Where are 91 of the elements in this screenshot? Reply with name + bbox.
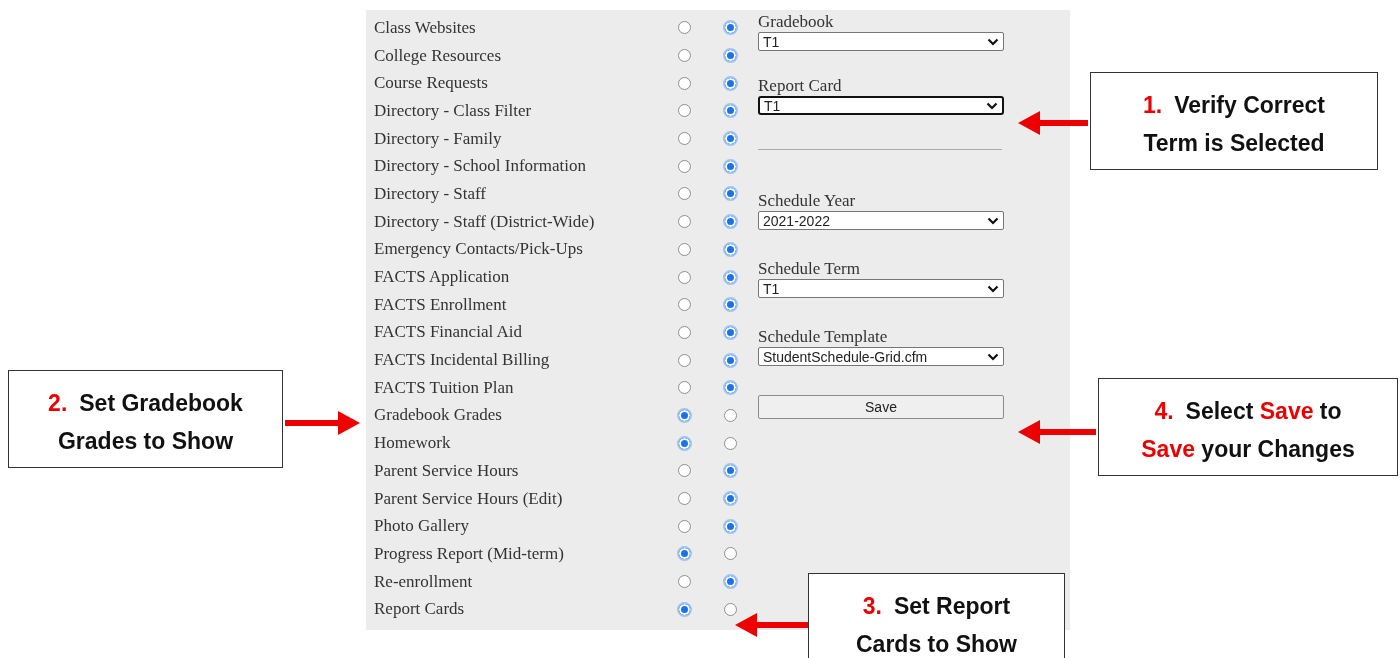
radio-button[interactable]	[723, 408, 737, 422]
setting-label: Parent Service Hours	[374, 460, 520, 481]
radio-button[interactable]	[723, 519, 737, 533]
setting-label: Directory - Class Filter	[374, 100, 533, 121]
setting-label: Emergency Contacts/Pick-Ups	[374, 239, 584, 260]
radio-button[interactable]	[723, 492, 737, 506]
radio-button[interactable]	[723, 76, 737, 90]
callout-text: Grades to Show	[57, 427, 234, 456]
radio-button[interactable]	[677, 464, 691, 478]
radio-button[interactable]	[677, 381, 691, 395]
field-label: Schedule Term	[758, 259, 861, 279]
radio-button[interactable]	[723, 187, 737, 201]
arrow	[1018, 111, 1088, 135]
radio-button[interactable]	[723, 436, 737, 450]
radio-button[interactable]	[677, 76, 691, 90]
radio-button[interactable]	[677, 353, 691, 367]
setting-label: FACTS Application	[374, 267, 511, 288]
radio-button[interactable]	[677, 187, 691, 201]
radio-button[interactable]	[723, 242, 737, 256]
dropdown[interactable]: T1	[758, 32, 1004, 51]
setting-label: Progress Report (Mid-term)	[374, 543, 565, 564]
radio-button[interactable]	[723, 547, 737, 561]
radio-button[interactable]	[723, 104, 737, 118]
save-button[interactable]: Save	[758, 395, 1004, 419]
callout-text: 3. Set Report	[862, 592, 1011, 621]
callout-text: 4. Select Save to	[1154, 397, 1342, 426]
setting-label: Course Requests	[374, 73, 489, 94]
radio-button[interactable]	[677, 21, 691, 35]
radio-button[interactable]	[677, 436, 691, 450]
callout-text: 2. Set Gradebook	[48, 389, 243, 418]
chevron-icon	[986, 101, 998, 110]
radio-button[interactable]	[723, 215, 737, 229]
radio-button[interactable]	[677, 215, 691, 229]
field-label: Gradebook	[758, 12, 835, 32]
chevron-icon	[987, 284, 999, 293]
radio-button[interactable]	[723, 381, 737, 395]
radio-button[interactable]	[677, 49, 691, 63]
callout-text: Term is Selected	[1143, 129, 1325, 158]
dropdown[interactable]: StudentSchedule-Grid.cfm	[758, 347, 1004, 366]
dropdown[interactable]: T1	[758, 279, 1004, 298]
setting-label: Gradebook Grades	[374, 405, 503, 426]
radio-button[interactable]	[677, 159, 691, 173]
radio-button[interactable]	[677, 575, 691, 589]
radio-button[interactable]	[677, 492, 691, 506]
setting-label: Re-enrollment	[374, 571, 474, 592]
radio-button[interactable]	[723, 575, 737, 589]
chevron-icon	[987, 37, 999, 46]
setting-label: Directory - School Information	[374, 156, 587, 177]
radio-button[interactable]	[723, 159, 737, 173]
radio-button[interactable]	[677, 547, 691, 561]
callout-text: 1. Verify Correct	[1142, 91, 1325, 120]
radio-button[interactable]	[723, 325, 737, 339]
radio-button[interactable]	[723, 21, 737, 35]
field-label: Schedule Year	[758, 191, 857, 211]
callout-text: Save your Changes	[1141, 435, 1355, 464]
setting-label: Photo Gallery	[374, 516, 470, 537]
radio-button[interactable]	[723, 353, 737, 367]
radio-button[interactable]	[677, 298, 691, 312]
setting-label: FACTS Incidental Billing	[374, 350, 551, 371]
chevron-icon	[987, 216, 999, 225]
setting-label: College Resources	[374, 45, 502, 66]
setting-label: FACTS Enrollment	[374, 294, 508, 315]
setting-label: Homework	[374, 433, 452, 454]
radio-button[interactable]	[723, 270, 737, 284]
setting-label: Report Cards	[374, 599, 466, 620]
radio-button[interactable]	[677, 270, 691, 284]
chevron-icon	[987, 352, 999, 361]
setting-label: FACTS Tuition Plan	[374, 377, 515, 398]
radio-button[interactable]	[677, 408, 691, 422]
setting-label: Directory - Staff	[374, 183, 488, 204]
radio-button[interactable]	[677, 104, 691, 118]
radio-button[interactable]	[723, 464, 737, 478]
radio-button[interactable]	[723, 49, 737, 63]
setting-label: Parent Service Hours (Edit)	[374, 488, 564, 509]
setting-label: FACTS Financial Aid	[374, 322, 523, 343]
radio-button[interactable]	[677, 325, 691, 339]
dropdown[interactable]: 2021-2022	[758, 211, 1004, 230]
radio-button[interactable]	[723, 132, 737, 146]
radio-button[interactable]	[723, 298, 737, 312]
field-label: Schedule Template	[758, 327, 889, 347]
radio-button[interactable]	[723, 602, 737, 616]
setting-label: Directory - Staff (District-Wide)	[374, 211, 596, 232]
setting-label: Directory - Family	[374, 128, 503, 149]
setting-label: Class Websites	[374, 17, 477, 38]
field-label: Report Card	[758, 76, 843, 96]
radio-button[interactable]	[677, 602, 691, 616]
radio-button[interactable]	[677, 242, 691, 256]
radio-button[interactable]	[677, 519, 691, 533]
radio-button[interactable]	[677, 132, 691, 146]
callout-text: Cards to Show	[856, 630, 1017, 658]
dropdown[interactable]: T1	[758, 96, 1004, 115]
